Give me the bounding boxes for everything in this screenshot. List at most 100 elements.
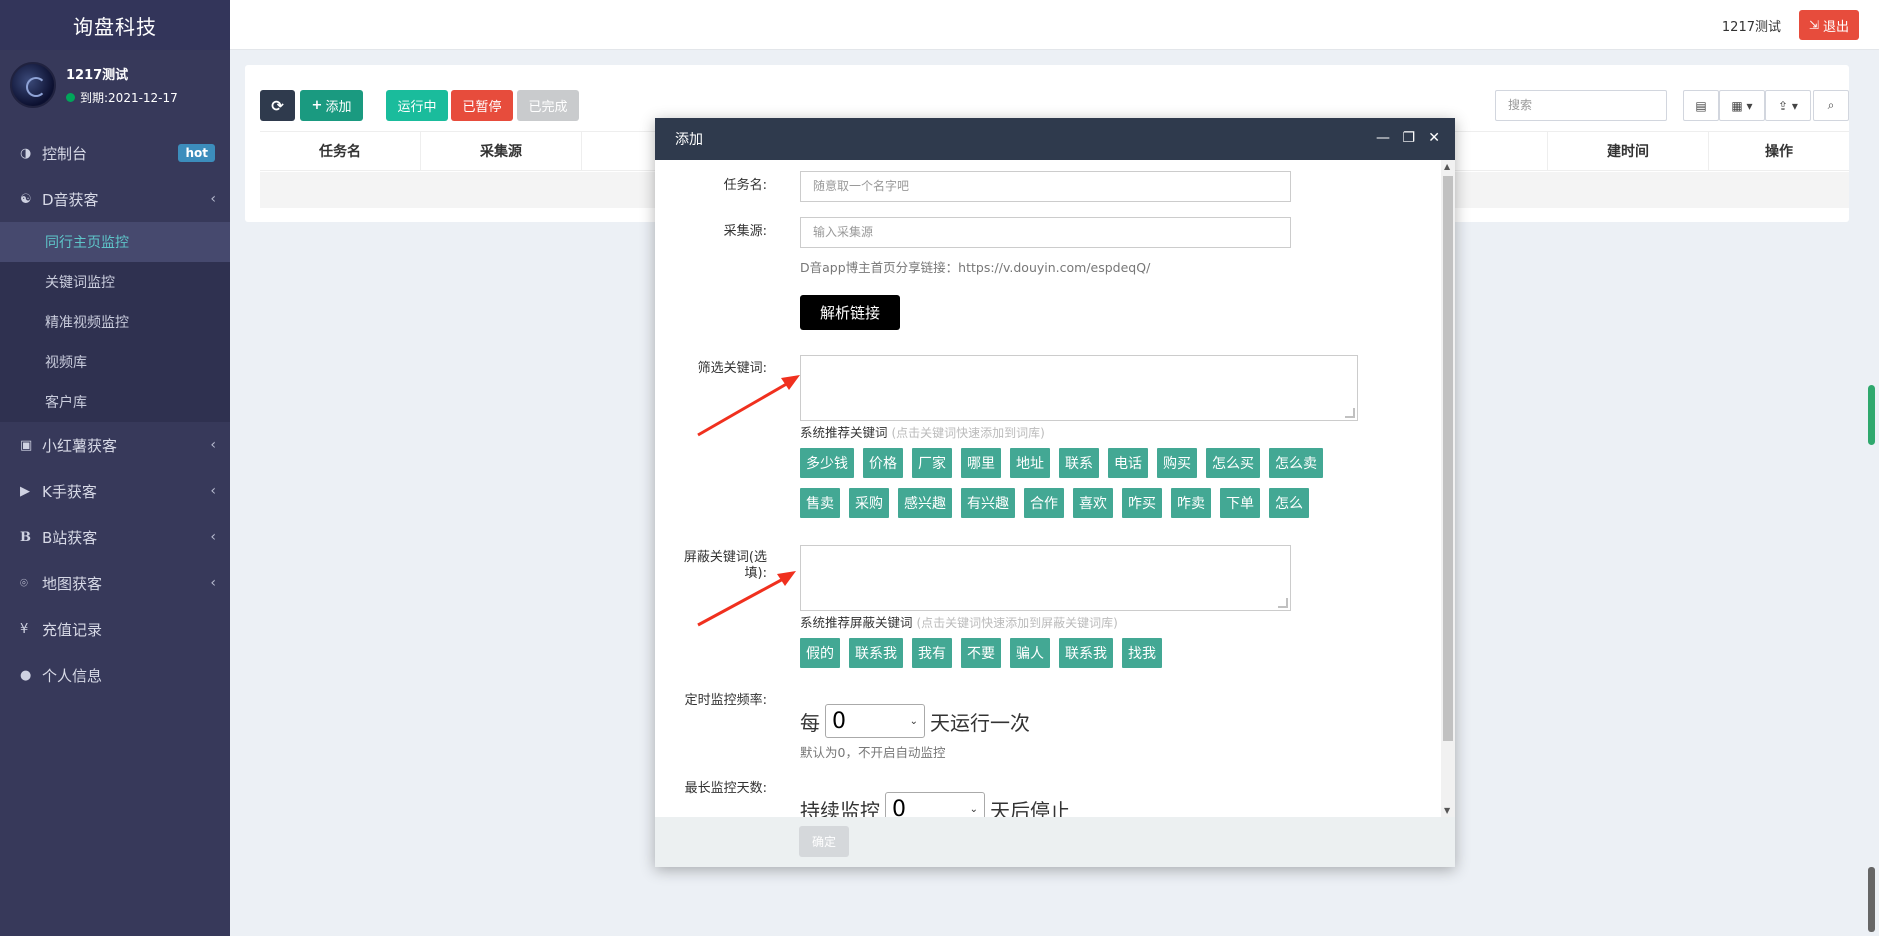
keyword-tag[interactable]: 感兴趣 [898, 488, 952, 518]
frequency-select[interactable]: 0 ⌄ [825, 704, 925, 738]
filter-keywords-textarea[interactable] [800, 355, 1358, 421]
keyword-tag[interactable]: 价格 [863, 448, 903, 478]
dialog-scrollbar[interactable]: ▲ ▼ [1441, 160, 1455, 817]
topbar: 1217测试 ⇲ 退出 [230, 0, 1879, 50]
keyword-tag[interactable]: 我有 [912, 638, 952, 668]
sidebar-subitem-peer-monitor[interactable]: 同行主页监控 [0, 222, 230, 262]
sidebar-item-label: 个人信息 [42, 666, 103, 685]
source-label: 采集源: [723, 224, 767, 239]
max-days-value: 0 [892, 796, 906, 818]
hot-badge: hot [178, 144, 215, 162]
keyword-tag[interactable]: 假的 [800, 638, 840, 668]
export-button[interactable]: ⇪ ▾ [1765, 90, 1811, 121]
sidebar-item-bilibili[interactable]: B B站获客 ‹ [0, 514, 230, 560]
export-icon: ⇪ ▾ [1778, 98, 1798, 113]
keyword-tag[interactable]: 有兴趣 [961, 488, 1015, 518]
add-button[interactable]: + 添加 [300, 90, 363, 121]
column-header[interactable]: 建时间 [1548, 132, 1709, 170]
toggle-view-button[interactable]: ▤ [1683, 90, 1719, 121]
confirm-button[interactable]: 确定 [799, 826, 849, 857]
block-keywords-textarea[interactable] [800, 545, 1291, 611]
column-header[interactable]: 任务名 [260, 132, 421, 170]
refresh-icon: ⟳ [271, 96, 284, 115]
filter-running-button[interactable]: 运行中 [386, 90, 448, 121]
keyword-tag[interactable]: 多少钱 [800, 448, 854, 478]
keyword-tag[interactable]: 采购 [849, 488, 889, 518]
bold-icon: B [20, 529, 31, 545]
keyword-tag[interactable]: 怎么卖 [1269, 448, 1323, 478]
keyword-tag[interactable]: 厂家 [912, 448, 952, 478]
keyword-tag[interactable]: 联系我 [1059, 638, 1113, 668]
source-input[interactable]: 输入采集源 [800, 217, 1291, 248]
keyword-tag[interactable]: 下单 [1220, 488, 1260, 518]
max-days-row: 持续监控 0 ⌄ 天后停止 [800, 792, 1070, 817]
frequency-help-text: 默认为0，不开启自动监控 [800, 745, 946, 760]
keyword-tag[interactable]: 联系 [1059, 448, 1099, 478]
keyword-tag[interactable]: 找我 [1122, 638, 1162, 668]
task-name-input[interactable]: 随意取一个名字吧 [800, 171, 1291, 202]
topbar-user[interactable]: 1217测试 [1722, 16, 1781, 35]
keyword-tag[interactable]: 怎么 [1269, 488, 1309, 518]
logout-label: 退出 [1822, 19, 1849, 35]
chevron-left-icon: ‹ [210, 529, 216, 545]
max-days-select[interactable]: 0 ⌄ [885, 792, 985, 817]
keyword-tag[interactable]: 合作 [1024, 488, 1064, 518]
book-icon: ▣ [20, 437, 33, 453]
keyword-tag[interactable]: 购买 [1157, 448, 1197, 478]
keyword-tag[interactable]: 哪里 [961, 448, 1001, 478]
sidebar-item-douyin[interactable]: ☯ D音获客 ‹ [0, 176, 230, 222]
sidebar-item-label: D音获客 [42, 190, 99, 209]
keyword-tag[interactable]: 地址 [1010, 448, 1050, 478]
sidebar-item-label: 地图获客 [42, 574, 103, 593]
keyword-tag[interactable]: 联系我 [849, 638, 903, 668]
dialog-title: 添加 [675, 132, 703, 148]
user-expire: 到期:2021-12-17 [66, 89, 178, 106]
filter-recommend-heading: 系统推荐关键词 [800, 425, 888, 440]
sidebar-item-profile[interactable]: ● 个人信息 [0, 652, 230, 698]
maximize-icon[interactable]: ❐ [1402, 130, 1415, 146]
side-widget [1868, 867, 1875, 932]
block-recommend-title: 系统推荐屏蔽关键词 (点击关键词快速添加到屏蔽关键词库) [800, 612, 1118, 631]
chevron-left-icon: ‹ [210, 437, 216, 453]
sidebar-item-map[interactable]: ⌾ 地图获客 ‹ [0, 560, 230, 606]
logout-button[interactable]: ⇲ 退出 [1798, 10, 1859, 40]
keyword-tag[interactable]: 怎么买 [1206, 448, 1260, 478]
parse-link-button[interactable]: 解析链接 [800, 295, 900, 330]
sidebar-subitem-video-library[interactable]: 视频库 [0, 342, 230, 382]
keyword-tag[interactable]: 骗人 [1010, 638, 1050, 668]
plus-icon: + [311, 98, 323, 113]
search-input[interactable]: 搜索 [1495, 90, 1667, 121]
column-header[interactable]: 操作 [1709, 132, 1849, 170]
filter-paused-button[interactable]: 已暂停 [451, 90, 513, 121]
sidebar-subitem-keyword-monitor[interactable]: 关键词监控 [0, 262, 230, 302]
sidebar-item-label: 控制台 [42, 144, 88, 163]
chevron-left-icon: ‹ [210, 191, 216, 207]
sidebar-subitem-customer-library[interactable]: 客户库 [0, 382, 230, 422]
sidebar-subitem-video-monitor[interactable]: 精准视频监控 [0, 302, 230, 342]
keyword-tag[interactable]: 喜欢 [1073, 488, 1113, 518]
scroll-up-icon[interactable]: ▲ [1444, 162, 1450, 171]
sidebar-item-recharge[interactable]: ¥ 充值记录 [0, 606, 230, 652]
column-header[interactable]: 采集源 [421, 132, 582, 170]
search-button[interactable]: ⌕ [1813, 90, 1849, 121]
columns-button[interactable]: ▦ ▾ [1719, 90, 1765, 121]
max-days-suffix: 天后停止 [990, 798, 1070, 818]
sidebar-item-dashboard[interactable]: ◑ 控制台 hot [0, 130, 230, 176]
minimize-icon[interactable]: — [1376, 130, 1390, 146]
keyword-tag[interactable]: 电话 [1108, 448, 1148, 478]
refresh-button[interactable]: ⟳ [260, 90, 295, 121]
keyword-tag[interactable]: 咋卖 [1171, 488, 1211, 518]
add-task-dialog: 添加 — ❐ ✕ 任务名: 随意取一个名字吧 采集源: 输入采集源 D音app博… [655, 118, 1455, 867]
sidebar-item-xiaohongshu[interactable]: ▣ 小红薯获客 ‹ [0, 422, 230, 468]
frequency-prefix: 每 [800, 710, 820, 735]
sidebar-item-kuaishou[interactable]: ▶ K手获客 ‹ [0, 468, 230, 514]
keyword-tag[interactable]: 咋买 [1122, 488, 1162, 518]
task-name-label: 任务名: [723, 178, 767, 193]
close-icon[interactable]: ✕ [1428, 130, 1440, 146]
keyword-tag[interactable]: 不要 [961, 638, 1001, 668]
chevron-down-icon: ⌄ [909, 715, 918, 727]
keyword-tag[interactable]: 售卖 [800, 488, 840, 518]
scroll-thumb[interactable] [1443, 176, 1453, 741]
scroll-down-icon[interactable]: ▼ [1444, 806, 1450, 815]
filter-done-button[interactable]: 已完成 [517, 90, 579, 121]
